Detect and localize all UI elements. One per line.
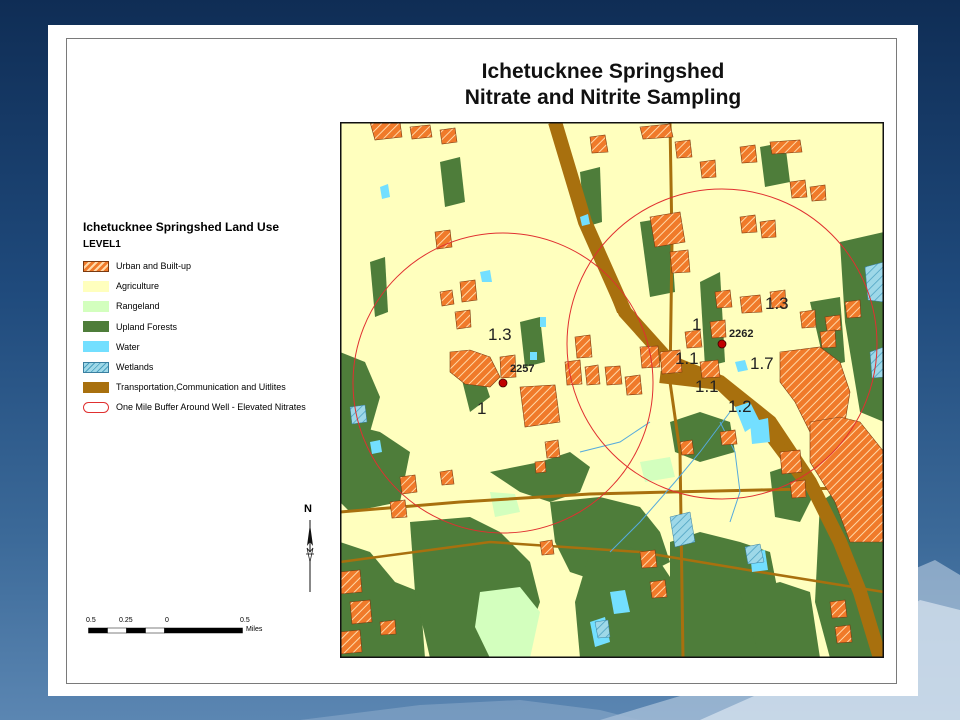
north-label: N xyxy=(304,503,312,515)
scale-tick: 0.25 xyxy=(119,617,133,624)
reading-label: 1 xyxy=(692,315,701,334)
legend-items: Urban and Built-up Agriculture Rangeland Up… xyxy=(83,256,343,418)
reading-label: 1.3 xyxy=(765,294,789,313)
legend-label: Rangeland xyxy=(116,301,160,312)
reading-label: 1.7 xyxy=(750,354,774,373)
legend-swatch xyxy=(83,341,109,353)
legend-item: Water xyxy=(83,337,343,357)
scale-tick: 0.5 xyxy=(240,617,250,624)
well-label-2262: 2262 xyxy=(729,328,753,340)
reading-label: 1 xyxy=(477,399,486,418)
legend-swatch xyxy=(83,260,109,272)
legend-item: Urban and Built-up xyxy=(83,256,343,276)
land-use-legend: Ichetucknee Springshed Land Use LEVEL1 U… xyxy=(83,220,343,418)
legend-item: Transportation,Communication and Uitlite… xyxy=(83,377,343,397)
slide-panel: Ichetucknee Springshed Nitrate and Nitri… xyxy=(48,25,918,696)
legend-label: Agriculture xyxy=(116,281,160,292)
legend-item: Agriculture xyxy=(83,276,343,296)
legend-swatch xyxy=(83,321,109,333)
reading-label: 1.1 xyxy=(675,349,699,368)
legend-label: Urban and Built-up xyxy=(116,261,192,272)
legend-swatch xyxy=(83,381,109,393)
legend-swatch xyxy=(83,300,109,312)
well-marker-2262[interactable] xyxy=(717,339,727,349)
reading-label: 1.1 xyxy=(695,377,719,396)
scale-tick: 0.5 xyxy=(86,617,96,624)
legend-swatch xyxy=(83,401,109,413)
scale-tick: 0 xyxy=(165,617,169,624)
legend-label: Wetlands xyxy=(116,362,154,373)
map-title: Ichetucknee Springshed Nitrate and Nitri… xyxy=(388,59,818,111)
legend-level: LEVEL1 xyxy=(83,239,121,250)
well-marker-2257[interactable] xyxy=(498,378,508,388)
scale-bar: 0.5 0.25 0 0.5 Miles xyxy=(86,617,276,647)
legend-item: Upland Forests xyxy=(83,317,343,337)
legend-label: Upland Forests xyxy=(116,321,178,332)
reading-label: 1.3 xyxy=(488,325,512,344)
legend-swatch xyxy=(83,280,109,292)
scale-bar-graphic xyxy=(88,627,243,634)
legend-item: Wetlands xyxy=(83,357,343,377)
legend-label: One Mile Buffer Around Well - Elevated N… xyxy=(116,402,306,413)
well-label-2257: 2257 xyxy=(510,363,534,375)
legend-label: Transportation,Communication and Uitlite… xyxy=(116,382,286,393)
north-arrow-icon xyxy=(306,520,314,592)
title-line-2: Nitrate and Nitrite Sampling xyxy=(464,86,742,109)
reading-label: 1.2 xyxy=(728,397,752,416)
scale-units: Miles xyxy=(246,626,263,633)
title-line-1: Ichetucknee Springshed xyxy=(481,60,725,83)
legend-item: Rangeland xyxy=(83,296,343,316)
legend-label: Water xyxy=(116,341,140,352)
legend-swatch xyxy=(83,361,109,373)
legend-title: Ichetucknee Springshed Land Use xyxy=(83,220,280,234)
legend-item: One Mile Buffer Around Well - Elevated N… xyxy=(83,397,343,417)
land-use-map[interactable]: 2257 2262 1.3 1 1 1.1 1.1 1.3 1.7 1.2 xyxy=(340,122,884,658)
